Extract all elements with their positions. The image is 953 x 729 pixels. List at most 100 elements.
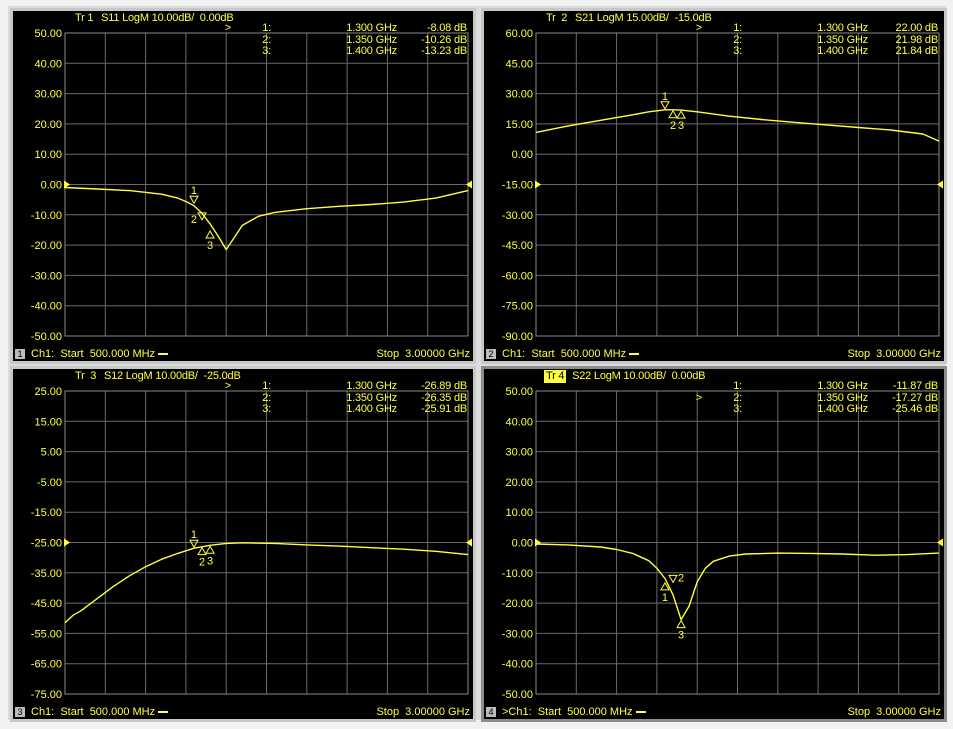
start-frequency: >Ch1: Start 500.000 MHz (502, 705, 646, 719)
stop-frequency: Stop 3.00000 GHz (847, 706, 941, 718)
marker-number: 1: (733, 22, 742, 34)
y-tick-label: 40.00 (34, 58, 62, 70)
trace-panel-1[interactable]: 50.00 40.00 30.00 20.00 10.00 0.00 -10.00 -20.0… (10, 8, 476, 364)
channel-footer: 4 >Ch1: Start 500.000 MHz Stop 3.00000 GHz (484, 705, 944, 719)
marker-frequency: 1.300 GHz (346, 22, 397, 34)
chart-plot-3: 25.0015.005.00-5.00-15.00-25.00-35.00-45… (31, 386, 472, 701)
reference-arrow-left (64, 538, 70, 547)
start-frequency-text: Ch1: Start 500.000 MHz (31, 706, 156, 718)
y-tick-label: -40.00 (31, 301, 62, 313)
marker-number: 1: (262, 22, 271, 34)
start-marker-bar (158, 353, 169, 356)
y-tick-label: 20.00 (505, 477, 533, 489)
marker-frequency: 1.300 GHz (817, 380, 868, 392)
reference-arrow-right (937, 180, 943, 189)
y-tick-label: -45.00 (31, 598, 62, 610)
marker-row: >1: 1.300 GHz -8.08 dB (13, 22, 467, 35)
marker-row: 3: 1.400 GHz -25.46 dB (484, 403, 938, 416)
channel-window-number: 2 (486, 349, 496, 359)
marker-2-label: 2 (199, 557, 205, 569)
start-frequency-text: >Ch1: Start 500.000 MHz (502, 706, 633, 718)
y-tick-label: 45.00 (505, 58, 533, 70)
y-tick-label: 15.00 (34, 416, 62, 428)
marker-table: >1: 1.300 GHz -26.89 dB 2: 1.350 GHz -26.35 d… (13, 380, 467, 416)
chart-plot-2: 60.0045.0030.0015.000.00-15.00-30.00-45.… (502, 28, 943, 343)
marker-active-indicator: > (224, 22, 231, 34)
y-tick-label: 10.00 (505, 507, 533, 519)
y-tick-label: 20.00 (34, 119, 62, 131)
marker-value: -26.89 dB (421, 380, 467, 392)
marker-active-indicator: > (224, 380, 231, 392)
marker-1-label: 1 (191, 185, 197, 197)
channel-footer: 1 Ch1: Start 500.000 MHz Stop 3.00000 GHz (13, 347, 473, 361)
y-tick-label: -75.00 (502, 301, 533, 313)
stop-frequency: Stop 3.00000 GHz (376, 706, 470, 718)
y-tick-label: -45.00 (502, 240, 533, 252)
marker-value: -25.91 dB (421, 403, 467, 415)
trace-panel-4[interactable]: 50.00 40.00 30.00 20.00 10.00 0.00 -10.00 -20.0… (481, 366, 947, 722)
y-tick-label: -55.00 (31, 628, 62, 640)
marker-table: >1: 1.300 GHz 22.00 dB 2: 1.350 GHz 21.98 dB 3… (484, 22, 939, 58)
y-tick-label: -10.00 (502, 568, 533, 580)
y-tick-label: 0.00 (512, 149, 533, 161)
start-frequency-text: Ch1: Start 500.000 MHz (31, 348, 156, 360)
y-tick-label: -30.00 (502, 210, 533, 222)
y-tick-label: -65.00 (31, 659, 62, 671)
trace-panel-3[interactable]: 25.00 15.00 5.00 -5.00 -15.00 -25.00 -35.00 -45… (10, 366, 476, 722)
marker-row: >1: 1.300 GHz 22.00 dB (484, 22, 939, 35)
network-analyzer-screen: 50.00 40.00 30.00 20.00 10.00 0.00 -10.00 -20.0… (8, 6, 947, 722)
marker-1-triangle (660, 101, 670, 110)
marker-number: 1: (733, 380, 742, 392)
marker-value: -25.46 dB (892, 403, 938, 415)
chart-plot-4: 50.0040.0030.0020.0010.000.00-10.00-20.0… (502, 386, 943, 701)
marker-row: 2: 1.350 GHz 21.98 dB (484, 34, 938, 47)
marker-1-triangle (189, 195, 199, 205)
marker-number: 3: (733, 45, 742, 57)
marker-1-label: 1 (662, 91, 668, 103)
reference-arrow-right (466, 180, 472, 189)
channel-footer: 3 Ch1: Start 500.000 MHz Stop 3.00000 GHz (13, 705, 473, 719)
marker-frequency: 1.400 GHz (346, 45, 397, 57)
marker-row: 3: 1.400 GHz 21.84 dB (484, 45, 939, 58)
y-tick-label: -40.00 (502, 659, 533, 671)
marker-frequency: 1.400 GHz (346, 403, 397, 415)
y-tick-label: 30.00 (34, 89, 62, 101)
marker-row: 2: 1.350 GHz -26.35 dB (13, 392, 467, 405)
start-frequency: Ch1: Start 500.000 MHz (31, 347, 169, 361)
marker-row: 3: 1.400 GHz -25.91 dB (13, 403, 467, 416)
y-tick-label: -15.00 (31, 507, 62, 519)
marker-3-label: 3 (678, 630, 684, 642)
stop-frequency: Stop 3.00000 GHz (376, 348, 470, 360)
marker-frequency: 1.400 GHz (817, 403, 868, 415)
start-frequency: Ch1: Start 500.000 MHz (31, 705, 169, 719)
marker-active-indicator: > (695, 22, 702, 34)
grid (535, 390, 940, 695)
marker-frequency: 1.400 GHz (817, 45, 868, 57)
y-tick-label: -35.00 (31, 568, 62, 580)
marker-row: >1: 1.300 GHz -26.89 dB (13, 380, 467, 393)
y-tick-label: -10.00 (31, 210, 62, 222)
marker-value: -8.08 dB (427, 22, 467, 34)
marker-2-triangle (197, 546, 207, 556)
start-marker-bar (629, 353, 640, 356)
y-tick-label: -30.00 (31, 270, 62, 282)
channel-window-number: 1 (15, 349, 25, 359)
marker-1-triangle (189, 539, 199, 549)
marker-3-triangle (676, 619, 686, 629)
marker-row: 2: 1.350 GHz -10.26 dB (13, 34, 467, 47)
trace-panel-2[interactable]: 60.00 45.00 30.00 15.00 0.00 -15.00 -30.00 -45.… (481, 8, 947, 364)
marker-number: 3: (262, 403, 271, 415)
marker-table: 1: 1.300 GHz -11.87 dB >2: 1.350 GHz -17.27 d… (484, 380, 938, 416)
marker-value: 22.00 dB (895, 22, 939, 34)
y-tick-label: 0.00 (41, 180, 62, 192)
y-tick-label: -25.00 (31, 538, 62, 550)
marker-value: 21.84 dB (895, 45, 939, 57)
grid (535, 32, 940, 337)
marker-frequency: 1.300 GHz (346, 380, 397, 392)
marker-2-label: 2 (670, 120, 676, 132)
start-frequency-text: Ch1: Start 500.000 MHz (502, 348, 627, 360)
y-tick-label: -20.00 (31, 240, 62, 252)
marker-value: -11.87 dB (892, 380, 938, 392)
marker-number: 3: (733, 403, 742, 415)
channel-window-number: 4 (486, 707, 496, 717)
